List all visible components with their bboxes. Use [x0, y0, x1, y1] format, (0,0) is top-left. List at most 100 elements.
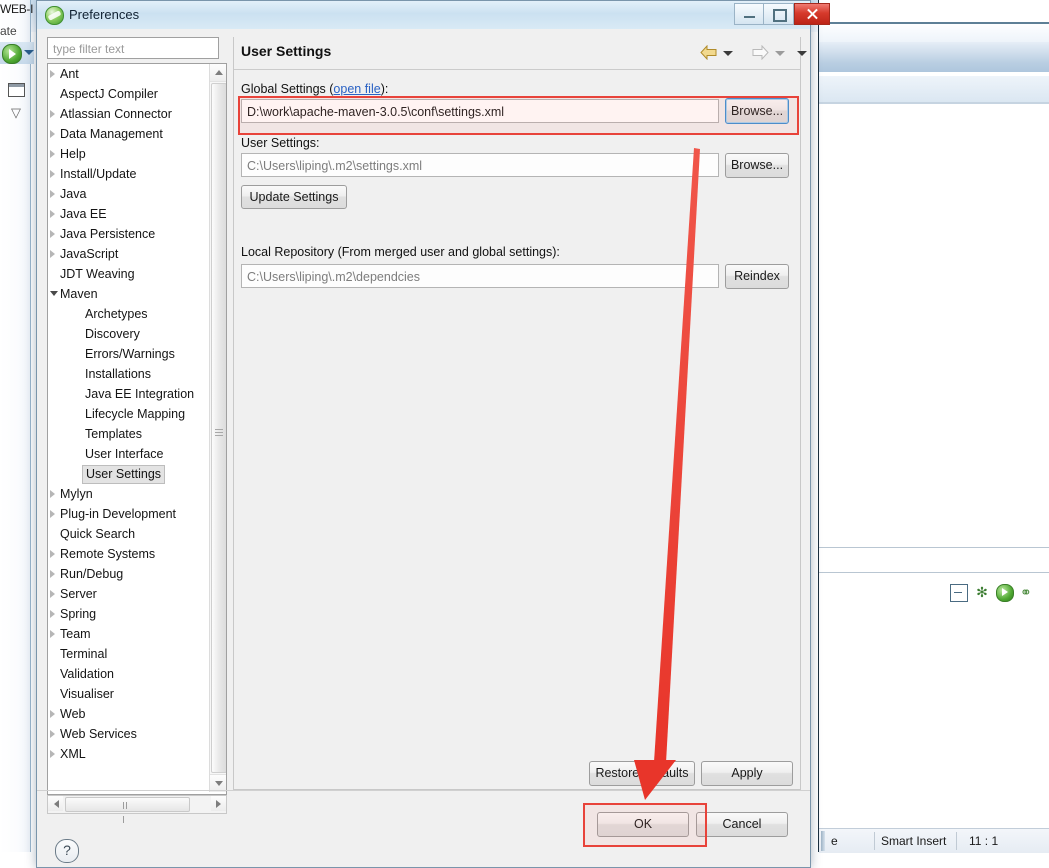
tree-item-ant[interactable]: Ant — [48, 64, 210, 84]
tree-item-label: AspectJ Compiler — [60, 87, 158, 101]
tree-item-errors-warnings[interactable]: Errors/Warnings — [48, 344, 210, 364]
tree-item-java-persistence[interactable]: Java Persistence — [48, 224, 210, 244]
chevron-right-icon[interactable] — [50, 490, 55, 498]
tree-item-maven[interactable]: Maven — [48, 284, 210, 304]
dialog-body: type filter text Ant AspectJ Compiler Atla… — [37, 29, 810, 867]
back-dropdown-icon[interactable] — [723, 51, 733, 56]
ide-minimize-view-icon[interactable]: ▽ — [8, 106, 24, 119]
chevron-right-icon[interactable] — [50, 230, 55, 238]
pane-menu-icon[interactable] — [797, 51, 807, 56]
cancel-button[interactable]: Cancel — [696, 812, 788, 837]
apply-button[interactable]: Apply — [701, 761, 793, 786]
chevron-right-icon[interactable] — [50, 590, 55, 598]
ide-right-pane — [819, 0, 1049, 852]
tree-item-run-debug[interactable]: Run/Debug — [48, 564, 210, 584]
tree-item-archetypes[interactable]: Archetypes — [48, 304, 210, 324]
tree-item-user-settings[interactable]: User Settings — [48, 464, 210, 484]
close-button[interactable] — [794, 3, 830, 25]
tree-item-discovery[interactable]: Discovery — [48, 324, 210, 344]
tree-item-label: Java EE Integration — [85, 387, 195, 401]
tree-item-visualiser[interactable]: Visualiser — [48, 684, 210, 704]
tree-item-help[interactable]: Help — [48, 144, 210, 164]
chevron-right-icon[interactable] — [50, 250, 55, 258]
chevron-right-icon[interactable] — [50, 730, 55, 738]
tree-item-jdt-weaving[interactable]: JDT Weaving — [48, 264, 210, 284]
tree-item-web-services[interactable]: Web Services — [48, 724, 210, 744]
eclipse-logo-icon — [45, 6, 64, 25]
chevron-right-icon[interactable] — [50, 130, 55, 138]
chevron-right-icon[interactable] — [50, 550, 55, 558]
tree-item-web[interactable]: Web — [48, 704, 210, 724]
tree-item-install-update[interactable]: Install/Update — [48, 164, 210, 184]
collapse-all-icon[interactable] — [950, 584, 968, 602]
chevron-right-icon[interactable] — [50, 70, 55, 78]
tree-item-label: Java EE — [60, 207, 107, 221]
tree-item-user-interface[interactable]: User Interface — [48, 444, 210, 464]
dialog-title-bar[interactable]: Preferences — [37, 1, 830, 30]
tree-item-label: JavaScript — [60, 247, 119, 261]
tree-node-list: Ant AspectJ Compiler Atlassian Connector Da… — [48, 64, 210, 792]
vertical-scrollbar-thumb[interactable] — [211, 83, 226, 773]
tree-item-installations[interactable]: Installations — [48, 364, 210, 384]
chevron-right-icon[interactable] — [50, 510, 55, 518]
chevron-right-icon[interactable] — [50, 630, 55, 638]
tree-item-team[interactable]: Team — [48, 624, 210, 644]
chevron-right-icon[interactable] — [50, 170, 55, 178]
tree-item-terminal[interactable]: Terminal — [48, 644, 210, 664]
user-settings-browse-button[interactable]: Browse... — [725, 153, 789, 178]
restore-defaults-button[interactable]: Restore Defaults — [589, 761, 695, 786]
chevron-right-icon[interactable] — [50, 570, 55, 578]
horizontal-scrollbar-thumb[interactable] — [65, 797, 190, 823]
tree-item-server[interactable]: Server — [48, 584, 210, 604]
chevron-right-icon[interactable] — [50, 750, 55, 758]
tree-item-atlassian-connector[interactable]: Atlassian Connector — [48, 104, 210, 124]
tree-item-data-management[interactable]: Data Management — [48, 124, 210, 144]
maximize-button[interactable] — [763, 3, 794, 25]
tree-item-mylyn[interactable]: Mylyn — [48, 484, 210, 504]
scroll-left-icon[interactable] — [48, 796, 63, 811]
tree-item-remote-systems[interactable]: Remote Systems — [48, 544, 210, 564]
user-settings-input[interactable]: C:\Users\liping\.m2\settings.xml — [241, 153, 719, 177]
ide-run-icon[interactable] — [2, 44, 22, 64]
profile-icon[interactable]: ⚭ — [1020, 584, 1036, 600]
back-arrow-icon[interactable] — [700, 45, 717, 60]
tree-horizontal-scrollbar[interactable] — [47, 795, 227, 823]
scroll-up-icon[interactable] — [210, 64, 226, 82]
chevron-right-icon[interactable] — [50, 210, 55, 218]
chevron-right-icon[interactable] — [50, 710, 55, 718]
ide-run-dropdown-icon[interactable] — [24, 50, 34, 55]
global-settings-label: Global Settings (open file): — [241, 82, 388, 96]
tree-item-validation[interactable]: Validation — [48, 664, 210, 684]
chevron-right-icon[interactable] — [50, 190, 55, 198]
tree-item-java-ee-integration[interactable]: Java EE Integration — [48, 384, 210, 404]
debug-icon[interactable]: ✻ — [974, 584, 990, 600]
annotation-highlight-global-settings — [238, 96, 799, 135]
tree-item-xml[interactable]: XML — [48, 744, 210, 764]
ide-view-icon[interactable] — [8, 83, 25, 97]
help-icon[interactable]: ? — [55, 839, 79, 863]
tree-item-aspectj-compiler[interactable]: AspectJ Compiler — [48, 84, 210, 104]
filter-input[interactable]: type filter text — [47, 37, 219, 59]
update-settings-button[interactable]: Update Settings — [241, 185, 347, 209]
tree-vertical-scrollbar[interactable] — [209, 64, 226, 792]
chevron-right-icon[interactable] — [50, 150, 55, 158]
open-file-link[interactable]: open file — [333, 82, 380, 96]
chevron-right-icon[interactable] — [50, 110, 55, 118]
tree-item-label: Install/Update — [60, 167, 137, 181]
chevron-down-icon[interactable] — [50, 291, 58, 296]
tree-item-plug-in-development[interactable]: Plug-in Development — [48, 504, 210, 524]
tree-item-java-ee[interactable]: Java EE — [48, 204, 210, 224]
run-icon[interactable] — [996, 584, 1014, 602]
tree-item-templates[interactable]: Templates — [48, 424, 210, 444]
tree-item-java[interactable]: Java — [48, 184, 210, 204]
tree-item-javascript[interactable]: JavaScript — [48, 244, 210, 264]
reindex-button[interactable]: Reindex — [725, 264, 789, 289]
tree-item-quick-search[interactable]: Quick Search — [48, 524, 210, 544]
minimize-button[interactable] — [734, 3, 765, 25]
tree-item-spring[interactable]: Spring — [48, 604, 210, 624]
tree-item-label: Visualiser — [60, 687, 114, 701]
chevron-right-icon[interactable] — [50, 610, 55, 618]
scroll-right-icon[interactable] — [211, 796, 226, 811]
preferences-tree[interactable]: Ant AspectJ Compiler Atlassian Connector Da… — [47, 63, 227, 795]
tree-item-lifecycle-mapping[interactable]: Lifecycle Mapping — [48, 404, 210, 424]
